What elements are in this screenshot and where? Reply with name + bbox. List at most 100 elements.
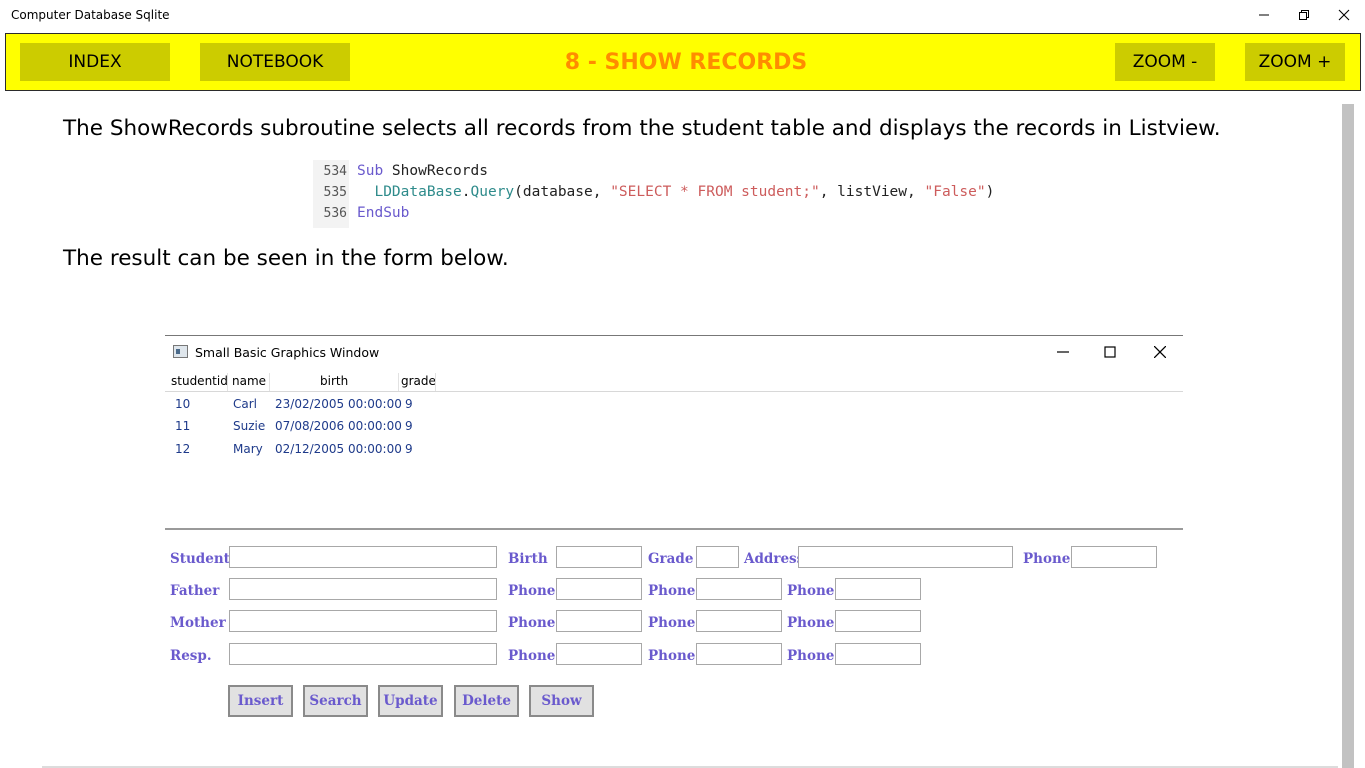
label-birth: Birth xyxy=(508,551,548,567)
student-field xyxy=(229,546,497,568)
graphics-window-title: Small Basic Graphics Window xyxy=(195,345,380,360)
mother-phone3-field xyxy=(835,610,921,632)
label-address: Address xyxy=(744,551,805,567)
cell-studentid: 12 xyxy=(175,442,191,456)
label-phone: Phone xyxy=(1023,551,1071,567)
code-keyword: Sub xyxy=(357,163,384,179)
toolbar: INDEX NOTEBOOK 8 - SHOW RECORDS ZOOM - Z… xyxy=(5,33,1361,91)
vertical-scrollbar[interactable] xyxy=(1342,104,1354,768)
graphics-window-screenshot: Small Basic Graphics Window studentid na… xyxy=(165,335,1183,725)
gw-minimize-button xyxy=(1051,341,1075,363)
maximize-icon xyxy=(1104,346,1116,358)
close-icon xyxy=(1338,9,1350,21)
student-phone-field xyxy=(1071,546,1157,568)
label-phone: Phone xyxy=(508,648,556,664)
close-button[interactable] xyxy=(1321,0,1365,30)
header-underline xyxy=(165,391,1183,392)
code-block: 534 Sub ShowRecords 535 LDDataBase. Query(… xyxy=(313,160,1033,228)
cell-studentid: 11 xyxy=(175,419,191,433)
close-icon xyxy=(1154,346,1166,358)
search-button: Search xyxy=(303,685,368,717)
father-phone2-field xyxy=(696,578,782,600)
father-field xyxy=(229,578,497,600)
zoom-out-button[interactable]: ZOOM - xyxy=(1115,43,1215,81)
code-object: LDDataBase xyxy=(374,184,462,200)
label-father: Father xyxy=(170,583,220,599)
title-bar: Computer Database Sqlite xyxy=(0,0,1365,30)
label-phone: Phone xyxy=(787,583,835,599)
code-token: , listView, xyxy=(819,184,925,200)
label-phone: Phone xyxy=(648,648,696,664)
cell-birth: 02/12/2005 00:00:00 xyxy=(275,442,402,456)
label-mother: Mother xyxy=(170,615,226,631)
cell-studentid: 10 xyxy=(175,397,191,411)
code-token: (database, xyxy=(514,184,611,200)
cell-birth: 23/02/2005 00:00:00 xyxy=(275,397,402,411)
label-phone: Phone xyxy=(648,583,696,599)
code-string: "SELECT * FROM student;" xyxy=(610,184,820,200)
window-title: Computer Database Sqlite xyxy=(11,8,170,22)
column-separator xyxy=(435,373,436,391)
line-number: 536 xyxy=(323,206,347,221)
cell-name: Suzie xyxy=(233,419,266,433)
column-header-birth: birth xyxy=(320,374,349,388)
code-line: 534 Sub ShowRecords xyxy=(313,163,488,184)
label-resp: Resp. xyxy=(170,648,212,664)
insert-button: Insert xyxy=(228,685,293,717)
minimize-icon xyxy=(1259,14,1269,16)
notebook-button[interactable]: NOTEBOOK xyxy=(200,43,350,81)
column-header-studentid: studentid xyxy=(171,374,228,388)
code-token: ) xyxy=(985,184,995,200)
address-field xyxy=(798,546,1013,568)
code-line: 535 LDDataBase. Query (database, "SELECT *… xyxy=(313,184,995,205)
resp-field xyxy=(229,643,497,665)
label-grade: Grade xyxy=(648,551,694,567)
code-method: Query xyxy=(470,184,515,200)
line-number: 535 xyxy=(323,185,347,200)
cell-grade: 9 xyxy=(405,419,413,433)
cell-name: Mary xyxy=(233,442,263,456)
code-token: ShowRecords xyxy=(383,163,488,179)
paragraph-result: The result can be seen in the form below… xyxy=(63,246,509,271)
cell-grade: 9 xyxy=(405,442,413,456)
code-string: "False" xyxy=(924,184,986,200)
column-separator xyxy=(227,373,228,391)
gw-maximize-button xyxy=(1098,341,1122,363)
zoom-in-button[interactable]: ZOOM + xyxy=(1245,43,1345,81)
father-phone-field xyxy=(556,578,642,600)
paragraph-intro: The ShowRecords subroutine selects all r… xyxy=(63,116,1221,141)
update-button: Update xyxy=(378,685,443,717)
code-keyword: EndSub xyxy=(357,205,410,221)
grade-field xyxy=(696,546,739,568)
minimize-icon xyxy=(1057,351,1069,353)
cell-grade: 9 xyxy=(405,397,413,411)
delete-button: Delete xyxy=(454,685,519,717)
column-header-grade: grade xyxy=(401,374,436,388)
label-student: Student xyxy=(170,551,230,567)
graphics-window-border xyxy=(165,335,1183,336)
label-phone: Phone xyxy=(787,648,835,664)
label-phone: Phone xyxy=(787,615,835,631)
show-button: Show xyxy=(529,685,594,717)
index-button[interactable]: INDEX xyxy=(20,43,170,81)
resp-phone3-field xyxy=(835,643,921,665)
label-phone: Phone xyxy=(648,615,696,631)
cell-name: Carl xyxy=(233,397,257,411)
cell-birth: 07/08/2006 00:00:00 xyxy=(275,419,402,433)
app-icon xyxy=(173,345,188,358)
form-divider xyxy=(165,528,1183,530)
restore-icon xyxy=(1299,10,1309,20)
mother-field xyxy=(229,610,497,632)
code-line: 536 EndSub xyxy=(313,205,410,226)
page-title: 8 - SHOW RECORDS xyxy=(564,50,808,75)
father-phone3-field xyxy=(835,578,921,600)
label-phone: Phone xyxy=(508,615,556,631)
code-token: . xyxy=(461,184,471,200)
app-window: Computer Database Sqlite INDEX NOTEBOOK … xyxy=(0,0,1365,768)
column-separator xyxy=(398,373,399,391)
column-separator xyxy=(269,373,270,391)
mother-phone-field xyxy=(556,610,642,632)
column-header-name: name xyxy=(232,374,267,388)
label-phone: Phone xyxy=(508,583,556,599)
